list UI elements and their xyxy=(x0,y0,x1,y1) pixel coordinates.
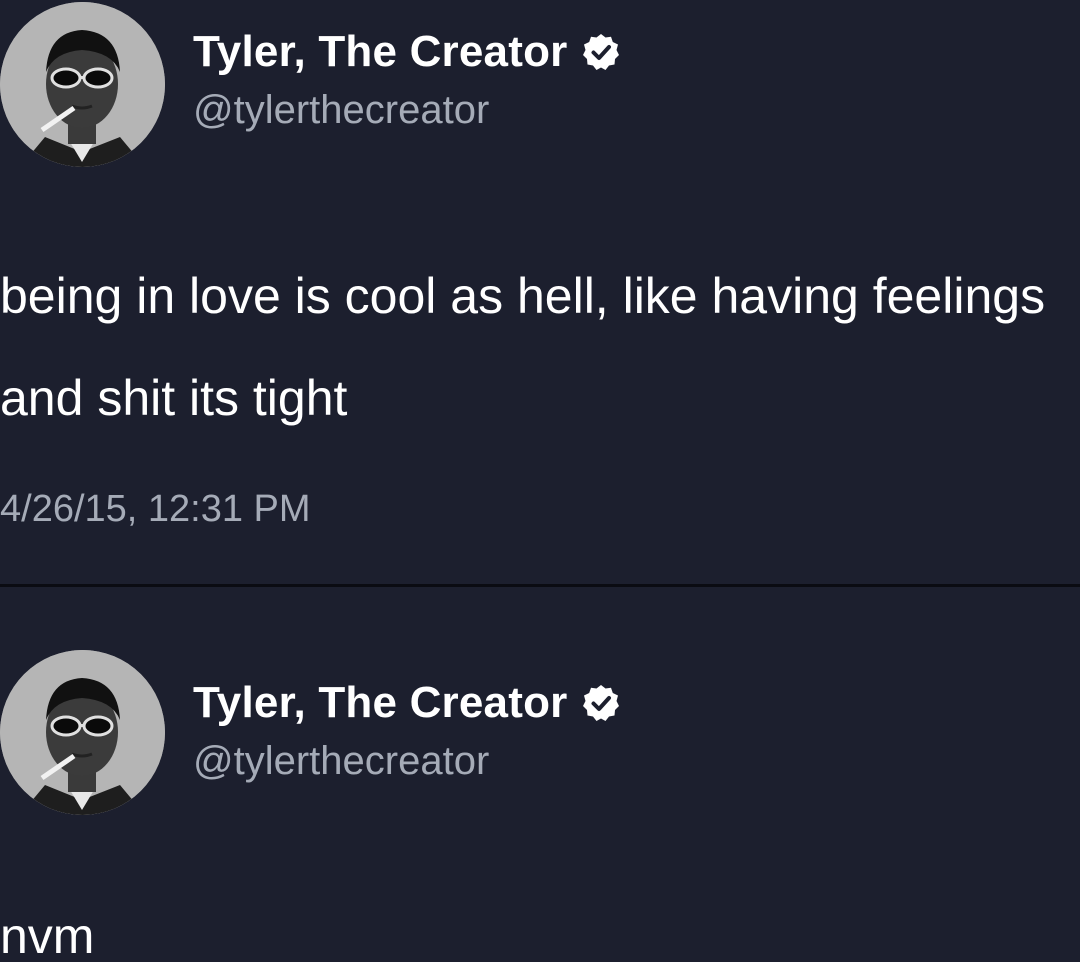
tweet-screenshot: Tyler, The Creator @tylerthecreator bein… xyxy=(0,0,1080,962)
verified-badge-icon xyxy=(581,32,621,72)
avatar-portrait-icon xyxy=(0,650,165,815)
profile-avatar[interactable] xyxy=(0,2,165,167)
display-name-text: Tyler, The Creator xyxy=(193,678,568,727)
user-handle[interactable]: @tylerthecreator xyxy=(193,739,489,784)
profile-avatar[interactable] xyxy=(0,650,165,815)
tweet-divider xyxy=(0,584,1080,587)
tweet-timestamp[interactable]: 4/26/15, 12:31 PM xyxy=(0,488,311,531)
display-name-text: Tyler, The Creator xyxy=(193,27,568,76)
tweet-1: Tyler, The Creator @tylerthecreator bein… xyxy=(0,0,1080,586)
display-name[interactable]: Tyler, The Creator xyxy=(193,27,621,77)
avatar-portrait-icon xyxy=(0,2,165,167)
verified-badge-icon xyxy=(581,683,621,723)
display-name[interactable]: Tyler, The Creator xyxy=(193,678,621,728)
user-handle[interactable]: @tylerthecreator xyxy=(193,88,489,133)
tweet-2: Tyler, The Creator @tylerthecreator nvm xyxy=(0,588,1080,962)
tweet-text: being in love is cool as hell, like havi… xyxy=(0,268,1059,426)
tweet-text: nvm xyxy=(0,908,95,962)
